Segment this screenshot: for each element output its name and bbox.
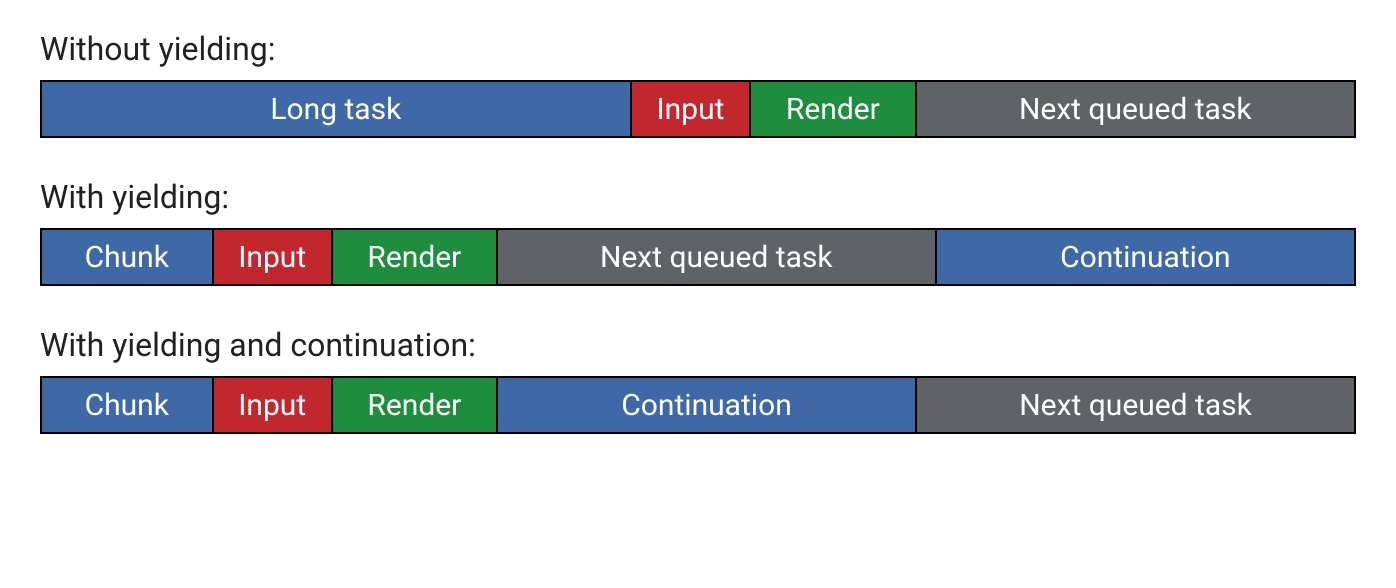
segment-continuation: Continuation	[496, 376, 915, 434]
segment-long-task: Long task	[40, 80, 630, 138]
section-0: Without yielding: Long taskInputRenderNex…	[40, 30, 1356, 138]
timeline-bar: Long taskInputRenderNext queued task	[40, 80, 1356, 138]
segment-render: Render	[749, 80, 914, 138]
segment-next-queued-task: Next queued task	[915, 376, 1356, 434]
segment-render: Render	[331, 228, 496, 286]
timeline-bar: ChunkInputRenderNext queued taskContinua…	[40, 228, 1356, 286]
segment-chunk: Chunk	[40, 376, 212, 434]
segment-input: Input	[212, 376, 331, 434]
segment-continuation: Continuation	[935, 228, 1356, 286]
timeline-bar: ChunkInputRenderContinuationNext queued …	[40, 376, 1356, 434]
segment-next-queued-task: Next queued task	[915, 80, 1357, 138]
section-2: With yielding and continuation: ChunkInpu…	[40, 326, 1356, 434]
diagram-root: Without yielding:Long taskInputRenderNex…	[40, 30, 1356, 434]
segment-render: Render	[331, 376, 496, 434]
segment-next-queued-task: Next queued task	[496, 228, 935, 286]
section-1: With yielding: ChunkInputRenderNext queue…	[40, 178, 1356, 286]
segment-input: Input	[212, 228, 331, 286]
section-title: With yielding:	[40, 178, 1356, 216]
segment-input: Input	[630, 80, 750, 138]
section-title: With yielding and continuation:	[40, 326, 1356, 364]
segment-chunk: Chunk	[40, 228, 212, 286]
section-title: Without yielding:	[40, 30, 1356, 68]
